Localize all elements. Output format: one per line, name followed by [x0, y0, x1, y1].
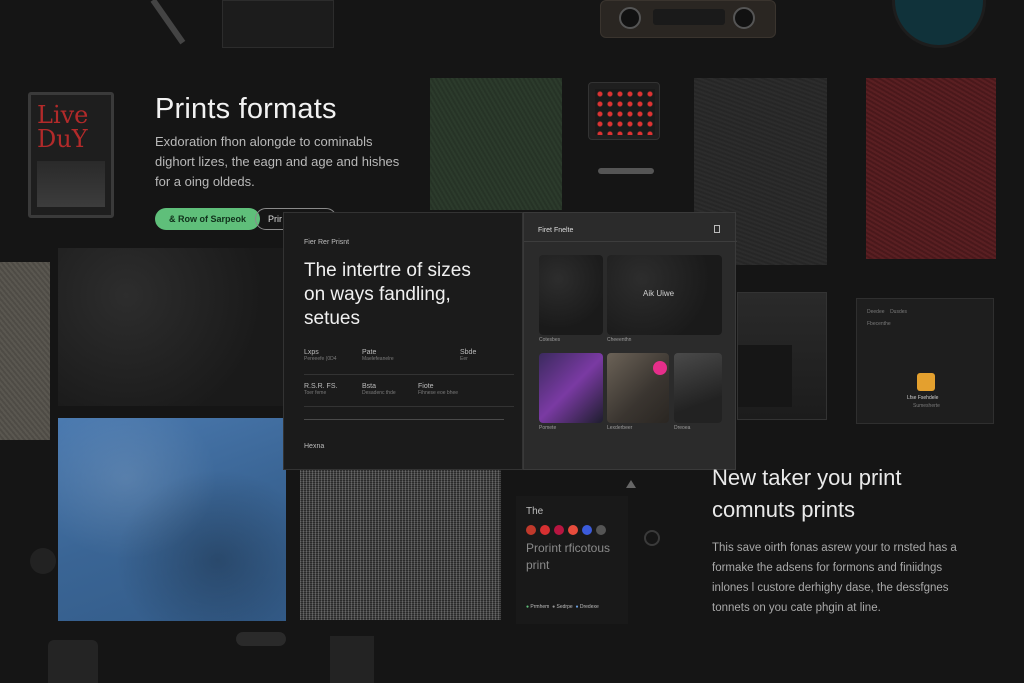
- panel-footer: Hexna: [304, 443, 325, 450]
- spec-item: Sbde Eer: [460, 349, 477, 362]
- slider-track[interactable]: [304, 419, 504, 420]
- teal-disc: [892, 0, 986, 48]
- panel-eyebrow: Fier Rer Prisnt: [304, 239, 350, 246]
- pen-tool: [598, 168, 654, 174]
- panel-title: The intertre of sizes on ways fandling, …: [304, 259, 514, 331]
- palette-dots: [595, 89, 655, 135]
- spec-item: Lxps Pereeefe (0D4: [304, 349, 337, 362]
- red-swatch: [866, 78, 996, 259]
- palette-item[interactable]: Prmhem: [530, 604, 549, 610]
- printer-screen: [738, 345, 792, 407]
- spec-row-1: Lxps Pereeefe (0D4 Pate Maelefeanelre Sbde…: [304, 349, 514, 375]
- spec-item: Bsta Desadenc thde: [362, 383, 396, 396]
- color-swatch[interactable]: [540, 525, 550, 535]
- gallery-thumb[interactable]: [539, 255, 603, 335]
- bookmark-icon[interactable]: [714, 225, 720, 233]
- feature-title: New taker you print comnuts prints: [712, 462, 902, 526]
- feature-desc-line4: tonnets on you cate phgin at line.: [712, 602, 881, 614]
- panel-title-line1: The intertre of sizes: [304, 260, 471, 281]
- check-icon: ●: [552, 604, 556, 610]
- gallery-divider: [524, 241, 737, 242]
- palette-card: The Prorint rficotous print ● Prmhem ● S…: [516, 496, 628, 624]
- printer-device: [737, 292, 827, 420]
- hero-desc-line2: dighort lizes, the eagn and age and hish…: [155, 154, 400, 169]
- gallery-thumb[interactable]: [607, 353, 669, 423]
- feature-title-line2: comnuts prints: [712, 497, 856, 522]
- feature-title-line1: New taker you print: [712, 465, 902, 490]
- hero-desc-line3: for a oing oldeds.: [155, 174, 255, 189]
- bottom-tool: [330, 636, 374, 683]
- gallery-title: Firet Fnelte: [538, 227, 574, 234]
- palette-item[interactable]: Sedrpe: [557, 604, 573, 610]
- pink-dot: [653, 361, 667, 375]
- gallery-thumb[interactable]: [674, 353, 722, 423]
- feature-desc-line1: This save oirth fonas asrew your to rnst…: [712, 542, 957, 554]
- knob-icon: [619, 7, 641, 29]
- bottom-tool: [48, 640, 98, 683]
- circle-icon: [30, 548, 56, 574]
- feature-desc-line3: inlones l custore derhighy dase, the des…: [712, 582, 949, 594]
- beige-swatch: [0, 262, 50, 440]
- check-icon: ●: [575, 604, 579, 610]
- thumb-main-label: Aik Uiwe: [643, 289, 675, 298]
- panel-title-line2: on ways fandling,: [304, 284, 451, 305]
- color-swatch[interactable]: [526, 525, 536, 535]
- circle-icon: [644, 530, 660, 546]
- color-swatch[interactable]: [568, 525, 578, 535]
- color-swatch[interactable]: [582, 525, 592, 535]
- check-icon: ●: [526, 604, 530, 610]
- panel-title-line3: setues: [304, 308, 360, 329]
- spec-item: Fiote Fihnese eoe bhee: [418, 383, 459, 396]
- info-panel: Fier Rer Prisnt The intertre of sizes on…: [283, 212, 523, 470]
- side-card-label1: Lfse Fsehdele: [907, 395, 939, 401]
- triangle-icon: [626, 480, 636, 488]
- primary-button[interactable]: & Row of Sarpeok: [155, 208, 261, 230]
- side-card-line1: Deedee Dusdes: [867, 309, 908, 315]
- thumb-caption: Cotesbes: [539, 337, 561, 343]
- side-card: Deedee Dusdes Fbecenthe Lfse Fsehdele Su…: [856, 298, 994, 424]
- color-swatch[interactable]: [596, 525, 606, 535]
- swatch-row: [526, 522, 610, 540]
- palette-subtitle-line2: print: [526, 558, 550, 572]
- thumb-caption: Cheeenthn: [607, 337, 632, 343]
- spec-row-2: R.S.R. FS. Toer feme Bsta Desadenc thde Fi…: [304, 383, 514, 407]
- book-image: [37, 161, 105, 207]
- top-device: [222, 0, 334, 48]
- app-badge-icon: [917, 373, 935, 391]
- feature-desc-line2: formake the adsens for formons and finii…: [712, 562, 943, 574]
- spec-item: Pate Maelefeanelre: [362, 349, 394, 362]
- black-fabric-swatch: [58, 248, 286, 406]
- knob-icon: [733, 7, 755, 29]
- hero-title: Prints formats: [155, 93, 337, 125]
- color-swatch[interactable]: [554, 525, 564, 535]
- gadget-screen: [653, 9, 725, 25]
- side-card-label2: Sumesherte: [913, 403, 940, 409]
- gallery-thumb-main[interactable]: Aik Uiwe: [607, 255, 722, 335]
- spec-item: R.S.R. FS. Toer feme: [304, 383, 338, 396]
- gallery-panel: Firet Fnelte Cotesbes Aik Uiwe Cheeenthn…: [523, 212, 737, 470]
- hero-desc-line1: Exdoration fhon alongde to cominabls: [155, 134, 373, 149]
- palette-card-title: The: [526, 506, 544, 517]
- side-card-line2: Fbecenthe: [867, 321, 891, 327]
- palette-items: ● Prmhem ● Sedrpe ● Dredexe: [526, 604, 599, 610]
- bottom-tool: [236, 632, 286, 646]
- thumb-caption: Pomete: [539, 425, 557, 431]
- thumb-caption: Lexderbeer: [607, 425, 633, 431]
- top-gadget: [600, 0, 776, 38]
- palette-subtitle-line1: Prorint rficotous: [526, 541, 611, 555]
- feature-description: This save oirth fonas asrew your to rnst…: [712, 538, 1002, 618]
- tool-pen: [150, 0, 186, 45]
- gallery-thumb[interactable]: [539, 353, 603, 423]
- blue-fabric-swatch: [58, 418, 286, 621]
- static-texture-swatch: [300, 470, 501, 620]
- green-swatch: [430, 78, 562, 210]
- palette-card-subtitle: Prorint rficotous print: [526, 540, 610, 574]
- hero-description: Exdoration fhon alongde to cominabls dig…: [155, 132, 425, 192]
- book-title-line2: DuY: [37, 125, 88, 153]
- book-cover: Live DuY: [28, 92, 114, 218]
- color-palette-device: [588, 82, 660, 140]
- palette-item[interactable]: Dredexe: [580, 604, 599, 610]
- thumb-caption: Dreoea: [674, 425, 691, 431]
